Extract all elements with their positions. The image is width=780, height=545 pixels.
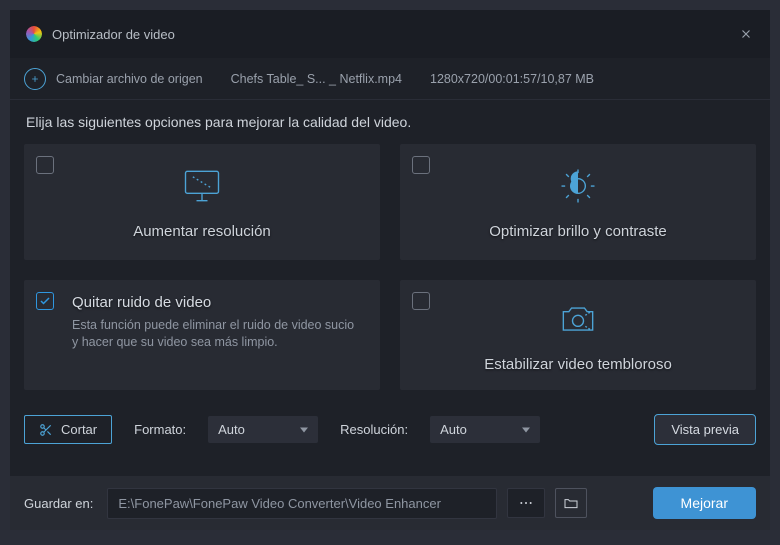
- footer: Guardar en: Mejorar: [10, 476, 770, 530]
- enhance-button[interactable]: Mejorar: [653, 487, 756, 519]
- card-denoise-title: Quitar ruido de video: [72, 294, 211, 311]
- scissors-icon: [39, 423, 53, 437]
- checkbox-brightness[interactable]: [412, 156, 430, 174]
- open-folder-button[interactable]: [555, 488, 587, 518]
- plus-circle-icon: [24, 68, 46, 90]
- card-brightness[interactable]: Optimizar brillo y contraste: [400, 144, 756, 260]
- card-brightness-title: Optimizar brillo y contraste: [489, 223, 667, 240]
- folder-icon: [563, 495, 579, 511]
- more-icon: [518, 495, 534, 511]
- video-optimizer-modal: Optimizador de video Cambiar archivo de …: [10, 10, 770, 530]
- card-upscale[interactable]: Aumentar resolución: [24, 144, 380, 260]
- app-icon: [26, 26, 42, 42]
- format-select[interactable]: Auto: [208, 416, 318, 443]
- checkbox-denoise[interactable]: [36, 292, 54, 310]
- window-title: Optimizador de video: [52, 27, 175, 42]
- checkbox-stabilize[interactable]: [412, 292, 430, 310]
- instruction-text: Elija las siguientes opciones para mejor…: [24, 114, 756, 130]
- card-stabilize-title: Estabilizar video tembloroso: [484, 356, 672, 373]
- card-upscale-title: Aumentar resolución: [133, 223, 271, 240]
- format-value: Auto: [218, 422, 245, 437]
- browse-button[interactable]: [507, 488, 545, 518]
- resolution-select[interactable]: Auto: [430, 416, 540, 443]
- resolution-label: Resolución:: [340, 422, 408, 437]
- modal-body: Elija las siguientes opciones para mejor…: [10, 100, 770, 476]
- close-icon: [739, 27, 753, 41]
- camera-icon: [556, 297, 600, 344]
- options-grid: Aumentar resolución Optimizar brillo y c…: [24, 144, 756, 390]
- cut-button[interactable]: Cortar: [24, 415, 112, 444]
- cut-label: Cortar: [61, 422, 97, 437]
- checkbox-upscale[interactable]: [36, 156, 54, 174]
- check-icon: [39, 295, 51, 307]
- resolution-value: Auto: [440, 422, 467, 437]
- save-path-input[interactable]: [107, 488, 497, 519]
- change-source-button[interactable]: Cambiar archivo de origen: [24, 68, 203, 90]
- card-denoise[interactable]: Quitar ruido de video Esta función puede…: [24, 280, 380, 390]
- change-source-label: Cambiar archivo de origen: [56, 72, 203, 86]
- source-meta: 1280x720/00:01:57/10,87 MB: [430, 72, 594, 86]
- save-label: Guardar en:: [24, 496, 93, 511]
- card-stabilize[interactable]: Estabilizar video tembloroso: [400, 280, 756, 390]
- preview-button[interactable]: Vista previa: [654, 414, 756, 445]
- close-button[interactable]: [734, 22, 758, 46]
- card-denoise-desc: Esta función puede eliminar el ruido de …: [72, 317, 362, 351]
- source-row: Cambiar archivo de origen Chefs Table_ S…: [10, 58, 770, 100]
- monitor-icon: [180, 164, 224, 211]
- format-label: Formato:: [134, 422, 186, 437]
- sun-icon: [556, 164, 600, 211]
- titlebar: Optimizador de video: [10, 10, 770, 58]
- controls-row: Cortar Formato: Auto Resolución: Auto Vi…: [24, 408, 756, 451]
- source-filename: Chefs Table_ S... _ Netflix.mp4: [231, 72, 402, 86]
